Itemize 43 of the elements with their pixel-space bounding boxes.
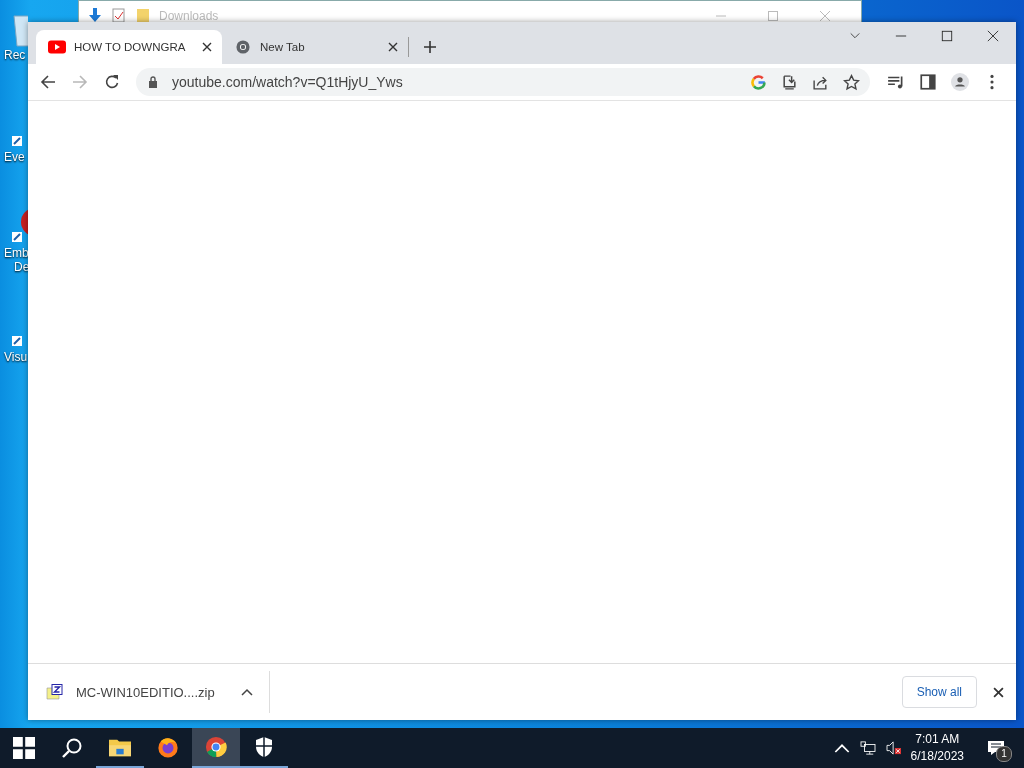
back-icon[interactable]: [40, 74, 56, 90]
start-icon[interactable]: [13, 737, 35, 759]
browser-logo-icon: [205, 736, 227, 758]
close-icon[interactable]: [993, 686, 1004, 698]
close-icon[interactable]: [987, 30, 999, 42]
zip-file-icon: [46, 684, 64, 700]
browser-logo-icon: [234, 40, 252, 54]
fox-globe-icon: [157, 736, 179, 758]
download-item[interactable]: MC-WIN10EDITIO....zip: [46, 684, 269, 700]
browser-tab[interactable]: New Tab: [222, 30, 408, 64]
profile-icon[interactable]: [951, 73, 969, 91]
clock-date[interactable]: 6/18/2023: [910, 748, 964, 765]
tab-title: New Tab: [260, 41, 306, 53]
bookmark-star-icon[interactable]: [843, 73, 860, 91]
search-icon[interactable]: [61, 737, 83, 759]
video-logo-icon: [48, 40, 66, 54]
lock-icon: [148, 76, 158, 88]
network-icon[interactable]: [859, 741, 876, 755]
browser-tab[interactable]: HOW TO DOWNGRA: [36, 30, 222, 64]
caret-icon[interactable]: [240, 688, 253, 696]
muted-speaker-icon[interactable]: [885, 741, 902, 755]
new-tab-icon[interactable]: [423, 40, 437, 54]
reload-icon[interactable]: [104, 74, 120, 90]
side-panel-icon[interactable]: [919, 73, 937, 91]
tab-title: HOW TO DOWNGRA: [74, 41, 187, 53]
properties-icon: [111, 7, 127, 23]
google-logo-icon[interactable]: [750, 73, 767, 91]
close-icon[interactable]: [388, 42, 398, 52]
clock-time[interactable]: 7:01 AM: [915, 731, 960, 748]
url-text: youtube.com/watch?v=Q1tHjyU_Yws: [172, 74, 403, 90]
install-icon[interactable]: [781, 73, 798, 91]
folder-icon: [135, 7, 151, 23]
download-icon: [87, 7, 103, 23]
notification-count: 1: [996, 746, 1012, 762]
maximize-icon[interactable]: [941, 30, 953, 42]
address-bar[interactable]: youtube.com/watch?v=Q1tHjyU_Yws: [136, 68, 870, 96]
window-title: Downloads: [159, 9, 219, 23]
taskbar-app-button[interactable]: [192, 728, 240, 768]
file-name: MC-WIN10EDITIO....zip: [76, 684, 215, 700]
shield-icon: [253, 736, 275, 758]
close-icon[interactable]: [202, 42, 212, 52]
show-all-button[interactable]: Show all: [901, 676, 977, 708]
media-control-icon[interactable]: [887, 73, 905, 91]
